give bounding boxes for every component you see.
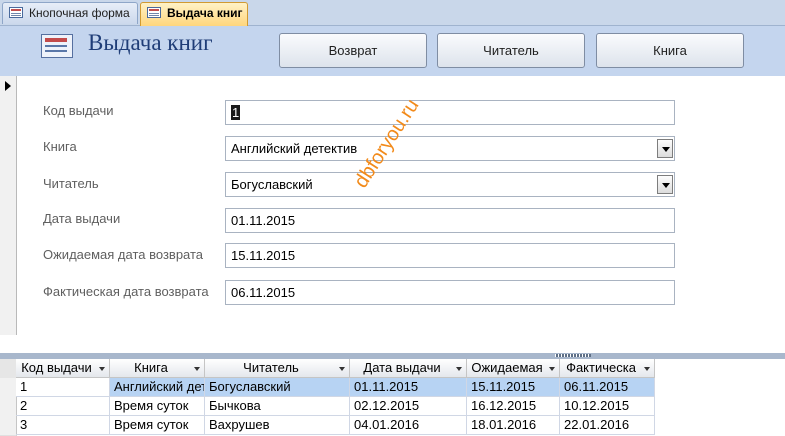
table-cell[interactable]: Бычкова	[205, 397, 350, 416]
reader-label: Читатель	[43, 176, 99, 191]
issue-id-value: 1	[231, 105, 241, 120]
expected-return-value: 15.11.2015	[231, 248, 296, 263]
sort-arrow-icon	[339, 367, 345, 371]
reader-button[interactable]: Читатель	[437, 33, 585, 68]
form-header: Выдача книг Возврат Читатель Книга	[0, 26, 785, 76]
table-cell[interactable]: 01.11.2015	[350, 378, 467, 397]
table-cell[interactable]: Богуславский	[205, 378, 350, 397]
reader-combobox[interactable]: Богуславский	[225, 172, 675, 197]
datasheet: Код выдачи Книга Читатель Дата выдачи Ож…	[0, 359, 785, 436]
form-icon	[9, 7, 23, 18]
issue-date-field[interactable]: 01.11.2015	[225, 208, 675, 233]
table-cell[interactable]: Английский детектив	[110, 378, 205, 397]
splitter-grip[interactable]	[555, 354, 591, 357]
book-value: Английский детектив	[231, 141, 358, 156]
table-cell[interactable]: 18.01.2016	[467, 416, 560, 435]
table-cell[interactable]: Время суток	[110, 416, 205, 435]
table-cell[interactable]: 04.01.2016	[350, 416, 467, 435]
reader-value: Богуславский	[231, 177, 313, 192]
column-header[interactable]: Читатель	[205, 359, 350, 378]
issue-id-field[interactable]: 1	[225, 100, 675, 125]
book-combobox[interactable]: Английский детектив	[225, 136, 675, 161]
book-label: Книга	[43, 139, 77, 154]
table-cell[interactable]: 3	[16, 416, 110, 435]
expected-return-field[interactable]: 15.11.2015	[225, 243, 675, 268]
actual-return-label: Фактическая дата возврата	[43, 284, 209, 299]
table-cell[interactable]: 1	[16, 378, 110, 397]
table-cell[interactable]: 15.11.2015	[467, 378, 560, 397]
table-cell[interactable]: 10.12.2015	[560, 397, 655, 416]
actual-return-field[interactable]: 06.11.2015	[225, 280, 675, 305]
form-logo-icon	[41, 34, 73, 58]
table-cell[interactable]: 16.12.2015	[467, 397, 560, 416]
sort-arrow-icon	[194, 367, 200, 371]
issue-id-label: Код выдачи	[43, 103, 114, 118]
column-header[interactable]: Код выдачи	[16, 359, 110, 378]
form-icon	[147, 7, 161, 18]
select-all-corner[interactable]	[0, 359, 17, 379]
document-tab-strip: Кнопочная форма Выдача книг	[0, 0, 785, 26]
sort-arrow-icon	[644, 367, 650, 371]
return-button[interactable]: Возврат	[279, 33, 427, 68]
column-header[interactable]: Фактическа	[560, 359, 655, 378]
table-cell[interactable]: 06.11.2015	[560, 378, 655, 397]
issue-date-label: Дата выдачи	[43, 211, 121, 226]
dropdown-arrow-icon[interactable]	[657, 139, 673, 158]
sort-arrow-icon	[456, 367, 462, 371]
record-selector[interactable]	[0, 76, 17, 335]
issue-date-value: 01.11.2015	[231, 213, 296, 228]
column-header[interactable]: Дата выдачи	[350, 359, 467, 378]
form-title: Выдача книг	[88, 30, 213, 55]
datasheet-empty-area	[655, 359, 785, 436]
dropdown-arrow-icon[interactable]	[657, 175, 673, 194]
tab-label: Выдача книг	[167, 6, 243, 20]
sort-arrow-icon	[99, 367, 105, 371]
column-header[interactable]: Книга	[110, 359, 205, 378]
table-cell[interactable]: 2	[16, 397, 110, 416]
table-cell[interactable]: Время суток	[110, 397, 205, 416]
row-selector[interactable]	[0, 416, 17, 436]
column-header[interactable]: Ожидаемая	[467, 359, 560, 378]
current-record-arrow-icon	[5, 81, 11, 91]
row-selector[interactable]	[0, 378, 17, 398]
table-cell[interactable]: 02.12.2015	[350, 397, 467, 416]
table-cell[interactable]: Вахрушев	[205, 416, 350, 435]
sort-arrow-icon	[549, 367, 555, 371]
actual-return-value: 06.11.2015	[231, 285, 296, 300]
tab-book-issue[interactable]: Выдача книг	[140, 2, 248, 26]
row-selector[interactable]	[0, 397, 17, 417]
book-button[interactable]: Книга	[596, 33, 744, 68]
tab-label: Кнопочная форма	[29, 6, 130, 20]
expected-return-label: Ожидаемая дата возврата	[43, 247, 204, 262]
tab-switchboard[interactable]: Кнопочная форма	[2, 2, 138, 24]
table-cell[interactable]: 22.01.2016	[560, 416, 655, 435]
